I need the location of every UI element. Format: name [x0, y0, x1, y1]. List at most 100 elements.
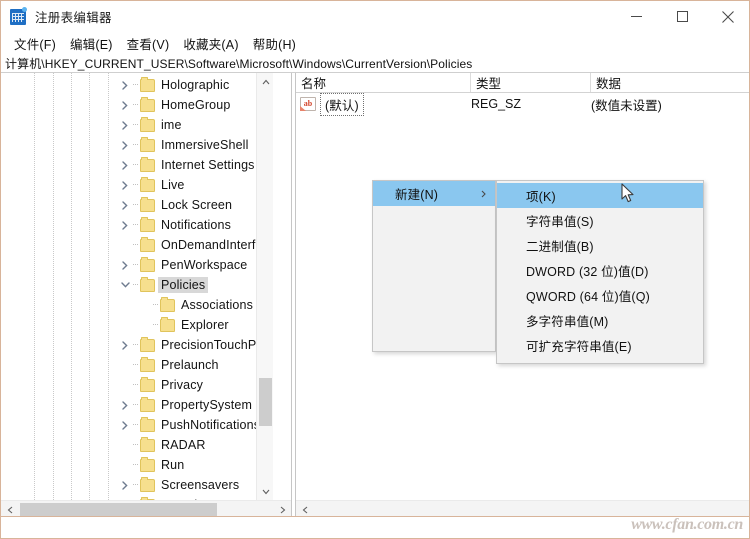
tree-item-label: Live — [161, 178, 185, 192]
tree-item-pushnotifications[interactable]: PushNotifications — [1, 415, 273, 435]
tree-item-radar[interactable]: RADAR — [1, 435, 273, 455]
tree-item-screensavers[interactable]: Screensavers — [1, 475, 273, 495]
folder-icon — [160, 296, 175, 312]
tree-item-notifications[interactable]: Notifications — [1, 215, 273, 235]
column-data[interactable]: 数据 — [591, 73, 749, 92]
chevron-right-icon[interactable] — [117, 115, 133, 135]
folder-icon — [140, 196, 155, 212]
tree-item-internet-settings[interactable]: Internet Settings — [1, 155, 273, 175]
submenu-item-qword-value[interactable]: QWORD (64 位)值(Q) — [497, 283, 703, 308]
scroll-down-arrow[interactable] — [257, 483, 274, 500]
folder-icon — [140, 116, 155, 132]
tree-item-policies[interactable]: Policies — [1, 275, 273, 295]
chevron-right-icon[interactable] — [117, 95, 133, 115]
tree-item-privacy[interactable]: Privacy — [1, 375, 273, 395]
scroll-up-arrow[interactable] — [257, 73, 274, 90]
tree-item-immersiveshell[interactable]: ImmersiveShell — [1, 135, 273, 155]
chevron-right-icon[interactable] — [117, 135, 133, 155]
tree-connector-line — [133, 455, 140, 475]
chevron-right-icon[interactable] — [117, 215, 133, 235]
menu-file[interactable]: 文件(F) — [7, 32, 63, 55]
minimize-button[interactable] — [613, 1, 659, 32]
scroll-left-arrow[interactable] — [1, 501, 18, 517]
folder-icon — [140, 476, 155, 492]
chevron-down-icon[interactable] — [117, 275, 133, 295]
chevron-right-icon[interactable] — [117, 415, 133, 435]
chevron-right-icon[interactable] — [117, 335, 133, 355]
folder-icon — [140, 456, 155, 472]
tree-connector-line — [133, 175, 140, 195]
submenu-item-dword-value[interactable]: DWORD (32 位)值(D) — [497, 258, 703, 283]
menu-favorites[interactable]: 收藏夹(A) — [176, 32, 245, 55]
tree-connector-line — [133, 195, 140, 215]
column-name[interactable]: 名称 — [296, 73, 471, 92]
tree-item-explorer[interactable]: Explorer — [1, 315, 273, 335]
menu-view[interactable]: 查看(V) — [120, 32, 177, 55]
submenu-item-multi-string-value[interactable]: 多字符串值(M) — [497, 308, 703, 333]
table-row[interactable]: ab (默认) REG_SZ (数值未设置) — [296, 92, 749, 116]
tree-item-precisiontouchpad[interactable]: PrecisionTouchPad — [1, 335, 273, 355]
submenu-item-expandable-string-value[interactable]: 可扩充字符串值(E) — [497, 333, 703, 358]
tree-item-holographic[interactable]: Holographic — [1, 75, 273, 95]
tree-item-propertysystem[interactable]: PropertySystem — [1, 395, 273, 415]
registry-editor-icon — [10, 6, 27, 25]
menu-help[interactable]: 帮助(H) — [246, 32, 303, 55]
close-button[interactable] — [705, 1, 749, 32]
tree-item-label: PenWorkspace — [161, 258, 248, 272]
tree-item-label: RADAR — [161, 438, 206, 452]
chevron-right-icon[interactable] — [117, 395, 133, 415]
tree-item-label: Holographic — [161, 78, 230, 92]
tree-item-live[interactable]: Live — [1, 175, 273, 195]
tree-connector-line — [133, 215, 140, 235]
values-horizontal-scrollbar[interactable] — [296, 500, 749, 517]
submenu-item-key[interactable]: 项(K) — [497, 183, 703, 208]
tree-connector-line — [133, 395, 140, 415]
chevron-right-icon[interactable] — [117, 195, 133, 215]
chevron-right-icon[interactable] — [117, 255, 133, 275]
chevron-right-icon — [481, 190, 486, 198]
chevron-right-icon[interactable] — [117, 155, 133, 175]
tree-connector-line — [153, 315, 160, 335]
tree-item-label: ime — [161, 118, 182, 132]
tree-expander-placeholder — [117, 355, 133, 375]
context-menu-item-new[interactable]: 新建(N) — [373, 181, 495, 206]
tree-item-lock-screen[interactable]: Lock Screen — [1, 195, 273, 215]
maximize-button[interactable] — [659, 1, 705, 32]
chevron-right-icon[interactable] — [117, 75, 133, 95]
tree-item-prelaunch[interactable]: Prelaunch — [1, 355, 273, 375]
tree-item-ime[interactable]: ime — [1, 115, 273, 135]
values-scroll-left-arrow[interactable] — [296, 501, 313, 517]
tree-item-penworkspace[interactable]: PenWorkspace — [1, 255, 273, 275]
tree-expander-placeholder — [117, 235, 133, 255]
column-type[interactable]: 类型 — [471, 73, 591, 92]
folder-icon — [140, 436, 155, 452]
scroll-right-arrow[interactable] — [274, 501, 291, 517]
tree-item-associations[interactable]: Associations — [1, 295, 273, 315]
tree-connector-line — [133, 255, 140, 275]
tree-item-label: Internet Settings — [161, 158, 255, 172]
submenu-item-binary-value[interactable]: 二进制值(B) — [497, 233, 703, 258]
tree-item-homegroup[interactable]: HomeGroup — [1, 95, 273, 115]
tree-item-label: PropertySystem — [161, 398, 253, 412]
folder-icon — [140, 396, 155, 412]
tree-vertical-scrollbar[interactable] — [256, 73, 273, 500]
values-column-header: 名称 类型 数据 — [296, 73, 749, 93]
tree-item-run[interactable]: Run — [1, 455, 273, 475]
tree-item-label: Privacy — [161, 378, 204, 392]
tree-hscroll-thumb[interactable] — [20, 503, 217, 516]
tree-item-label: PushNotifications — [161, 418, 261, 432]
folder-icon — [140, 216, 155, 232]
chevron-right-icon[interactable] — [117, 475, 133, 495]
tree-connector-line — [133, 415, 140, 435]
submenu-item-string-value[interactable]: 字符串值(S) — [497, 208, 703, 233]
tree-expander-placeholder — [137, 315, 153, 335]
tree-connector-line — [133, 115, 140, 135]
chevron-right-icon[interactable] — [117, 175, 133, 195]
tree-item-ondemandinterfac[interactable]: OnDemandInterfac — [1, 235, 273, 255]
tree-connector-line — [133, 375, 140, 395]
tree-scroll-thumb[interactable] — [259, 378, 272, 426]
tree-horizontal-scrollbar[interactable] — [1, 500, 291, 517]
folder-icon — [140, 76, 155, 92]
address-bar[interactable]: 计算机\HKEY_CURRENT_USER\Software\Microsoft… — [1, 55, 749, 73]
menu-edit[interactable]: 编辑(E) — [63, 32, 120, 55]
